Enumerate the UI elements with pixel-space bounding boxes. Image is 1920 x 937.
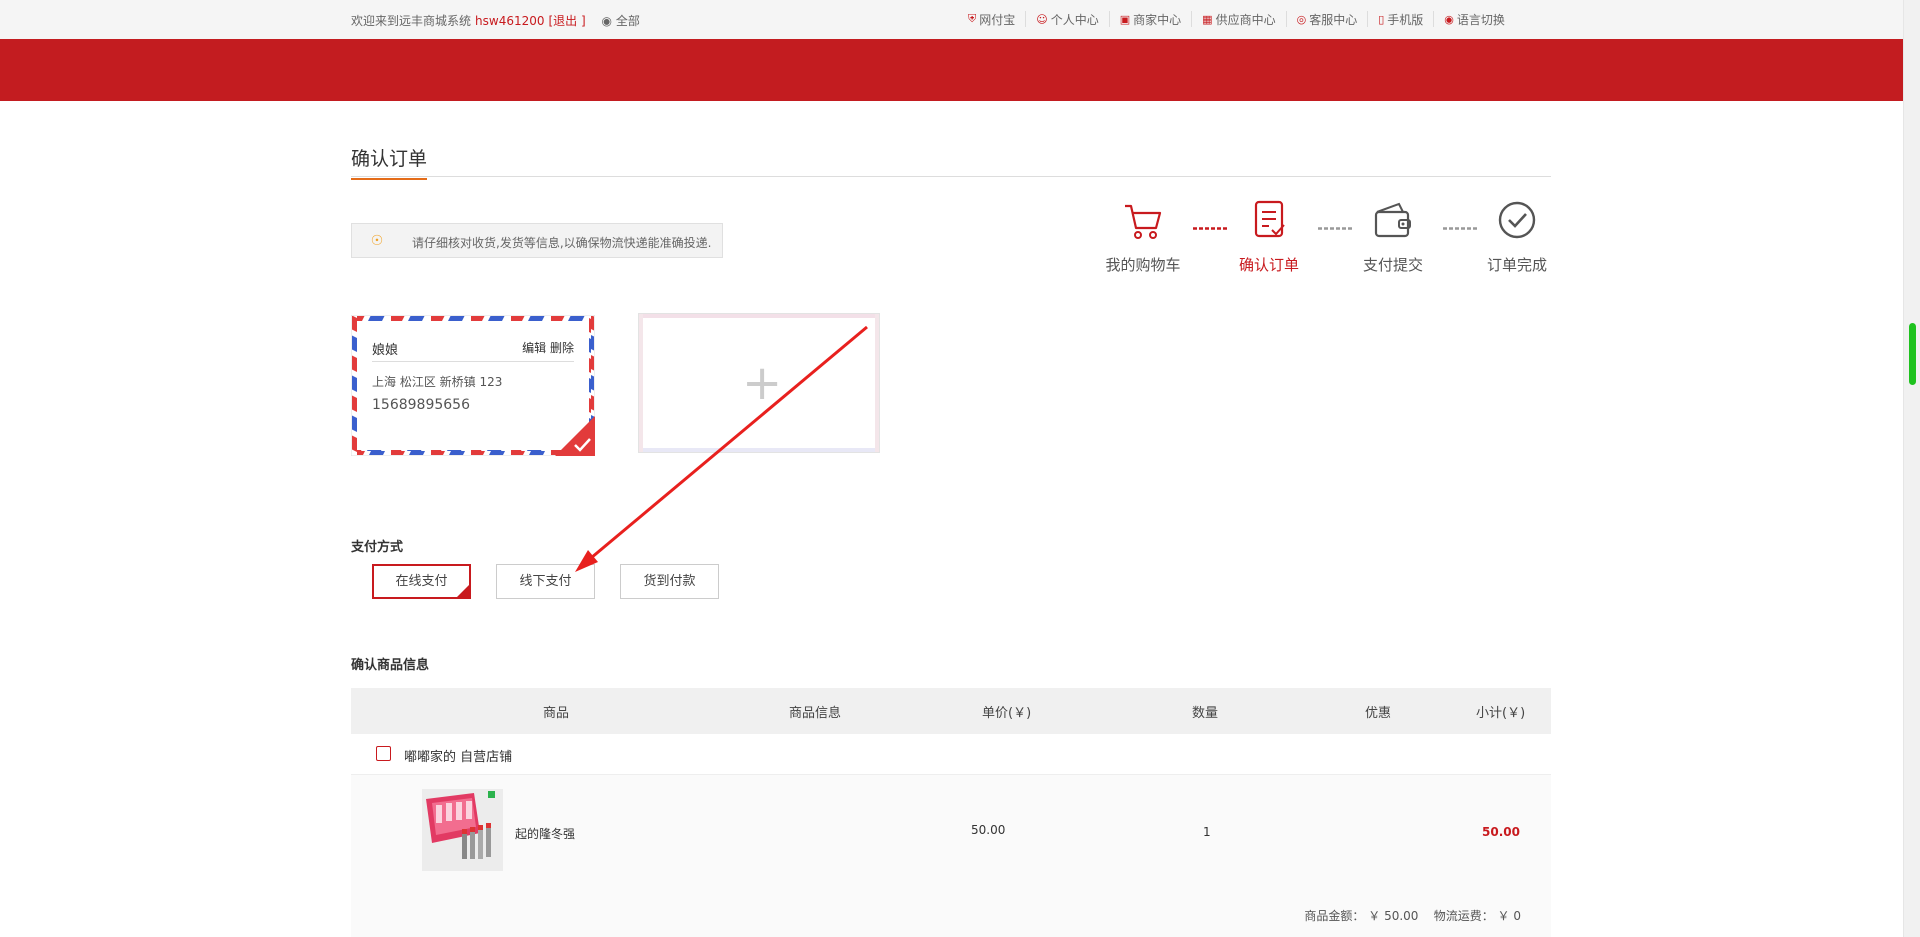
scrollbar-thumb[interactable] <box>1909 323 1916 385</box>
goods-section-title: 确认商品信息 <box>351 658 430 673</box>
receiver-phone: 15689895656 <box>372 397 470 413</box>
wallet-icon <box>1374 202 1411 238</box>
add-address-card[interactable]: + <box>638 313 880 453</box>
divider <box>372 361 574 362</box>
shop-icon <box>376 746 391 761</box>
edit-address-link[interactable]: 编辑 <box>522 341 546 355</box>
shop-row: 嘟嘟家的 自营店铺 <box>351 734 1551 775</box>
product-quantity: 1 <box>1203 825 1211 839</box>
col-subtotal: 小计(￥) <box>1476 706 1526 721</box>
receiver-name: 娘娘 <box>372 343 399 358</box>
page-scrollbar[interactable] <box>1903 0 1920 937</box>
product-thumbnail <box>422 789 503 871</box>
delete-address-link[interactable]: 删除 <box>550 341 574 355</box>
order-icon <box>1254 200 1285 238</box>
check-circle-icon <box>1498 201 1536 239</box>
step-payment: 支付提交 <box>1348 198 1438 275</box>
order-totals: 商品金额： ￥ 50.00 物流运费： ￥ 0 <box>1304 907 1521 924</box>
address-actions: 编辑 删除 <box>522 339 574 356</box>
selected-corner-icon <box>457 585 469 597</box>
supplier-icon: ▦ <box>1202 12 1213 26</box>
step-label: 支付提交 <box>1362 256 1423 274</box>
goods-amount-label: 商品金额： <box>1304 909 1365 923</box>
nav-label: 个人中心 <box>1050 12 1099 27</box>
location-label: 全部 <box>615 14 640 28</box>
payment-option-cod[interactable]: 货到付款 <box>620 564 719 599</box>
nav-mobile[interactable]: ▯ 手机版 <box>1368 11 1435 27</box>
nav-supplier-center[interactable]: ▦ 供应商中心 <box>1192 11 1287 27</box>
welcome-text: 欢迎来到远丰商城系统 <box>351 14 472 28</box>
lightbulb-icon: ☉ <box>370 233 384 249</box>
receiver-address: 上海 松江区 新桥镇 123 <box>372 375 503 389</box>
shop-name[interactable]: 嘟嘟家的 自营店铺 <box>404 746 512 765</box>
shield-icon: ⛨ <box>968 12 977 25</box>
nav-label: 手机版 <box>1387 12 1424 27</box>
product-name[interactable]: 起的隆冬强 <box>515 825 575 842</box>
col-goods-info: 商品信息 <box>789 706 842 721</box>
step-label: 订单完成 <box>1486 256 1547 274</box>
shipping-value: ￥ 0 <box>1497 909 1521 923</box>
location-pin-icon: ◉ <box>601 14 612 28</box>
header-banner <box>0 39 1903 101</box>
step-label: 确认订单 <box>1238 256 1299 274</box>
payment-option-offline[interactable]: 线下支付 <box>496 564 595 599</box>
logout-link[interactable]: [退出 ] <box>549 14 586 28</box>
nav-language[interactable]: ◉ 语言切换 <box>1434 11 1515 27</box>
goods-amount-value: ￥ 50.00 <box>1368 909 1419 923</box>
col-unit-price: 单价(￥) <box>982 706 1032 721</box>
order-progress-steps: 我的购物车 确认订单 支付提交 订单完成 <box>1098 198 1552 274</box>
language-icon: ◉ <box>1444 12 1454 26</box>
payment-option-label: 在线支付 <box>395 574 448 589</box>
notice-text: 请仔细核对收货,发货等信息,以确保物流快递能准确投递. <box>412 236 712 250</box>
col-goods: 商品 <box>543 706 570 721</box>
product-price: 50.00 <box>971 823 1006 837</box>
nav-label: 客服中心 <box>1309 12 1358 27</box>
table-row: 起的隆冬强 50.00 1 50.00 商品金额： ￥ 50.00 物流运费： … <box>351 775 1551 937</box>
step-confirm-order: 确认订单 <box>1224 198 1314 275</box>
page-title-row: 确认订单 <box>351 140 1551 180</box>
notice-tip: ☉ 请仔细核对收货,发货等信息,以确保物流快递能准确投递. <box>351 223 723 258</box>
step-label: 我的购物车 <box>1105 256 1181 274</box>
nav-wangfubao[interactable]: ⛨ 网付宝 <box>958 11 1027 27</box>
step-complete: 订单完成 <box>1472 198 1562 275</box>
payment-option-label: 线下支付 <box>519 574 572 589</box>
payment-option-label: 货到付款 <box>643 574 696 589</box>
payment-option-online[interactable]: 在线支付 <box>372 564 471 599</box>
nav-merchant-center[interactable]: ▣ 商家中心 <box>1110 11 1193 27</box>
nav-personal-center[interactable]: ☺ 个人中心 <box>1026 11 1110 27</box>
col-quantity: 数量 <box>1192 706 1219 721</box>
goods-table-header: 商品 商品信息 单价(￥) 数量 优惠 小计(￥) <box>351 688 1551 734</box>
top-utility-bar: 欢迎来到远丰商城系统 hsw461200 [退出 ] ◉ 全部 ⛨ 网付宝 ☺ 个人中心… <box>0 0 1903 39</box>
add-icon: + <box>742 355 783 411</box>
user-icon: ☺ <box>1036 12 1048 26</box>
username-link[interactable]: hsw461200 <box>475 14 544 28</box>
product-image[interactable] <box>422 789 503 871</box>
shipping-label: 物流运费： <box>1433 909 1494 923</box>
step-arrow <box>1193 227 1227 230</box>
nav-label: 供应商中心 <box>1215 12 1276 27</box>
store-icon: ▣ <box>1119 12 1131 26</box>
cart-icon <box>1125 204 1162 239</box>
step-cart: 我的购物车 <box>1098 198 1188 275</box>
page-title: 确认订单 <box>351 144 428 180</box>
location-selector[interactable]: ◉ 全部 <box>602 14 640 28</box>
selected-check-icon <box>555 416 595 456</box>
nav-service-center[interactable]: ◎ 客服中心 <box>1287 11 1369 27</box>
product-subtotal: 50.00 <box>1482 825 1520 839</box>
phone-icon: ▯ <box>1378 12 1385 26</box>
headset-icon: ◎ <box>1296 12 1307 26</box>
col-discount: 优惠 <box>1365 706 1392 721</box>
payment-section-title: 支付方式 <box>351 540 404 555</box>
address-card[interactable]: 娘娘 编辑 删除 上海 松江区 新桥镇 123 15689895656 <box>351 315 595 456</box>
nav-label: 网付宝 <box>979 12 1016 27</box>
top-nav: ⛨ 网付宝 ☺ 个人中心 ▣ 商家中心 ▦ 供应商中心 ◎ 客服中心 ▯ 手机版 ◉ 语言切换 <box>958 11 1515 27</box>
nav-label: 语言切换 <box>1456 12 1505 27</box>
nav-label: 商家中心 <box>1133 12 1182 27</box>
step-arrow <box>1318 227 1352 230</box>
welcome-area: 欢迎来到远丰商城系统 hsw461200 [退出 ] ◉ 全部 <box>351 12 640 29</box>
